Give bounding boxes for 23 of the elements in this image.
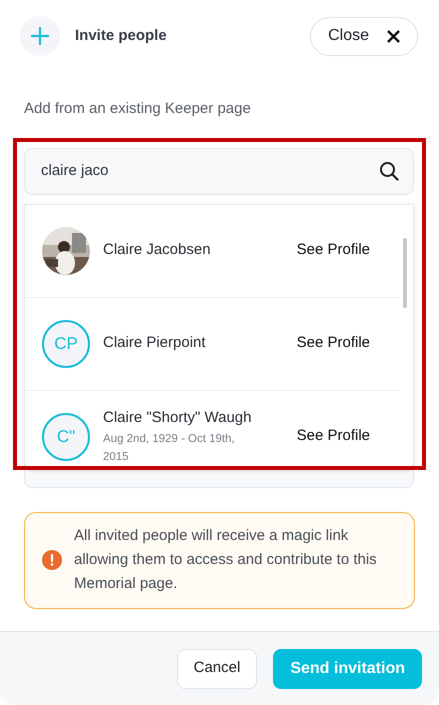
close-button[interactable]: Close — [310, 16, 418, 56]
warning-icon — [42, 550, 62, 570]
notice-text: All invited people will receive a magic link allowing them to access and contribute to this Memorial page. — [74, 526, 378, 594]
person-name: Claire Pierpoint — [103, 333, 207, 354]
person-name: Claire Jacobsen — [103, 240, 212, 260]
plus-icon — [31, 27, 49, 45]
section-label: Add from an existing Keeper page — [24, 99, 252, 119]
cancel-button[interactable]: Cancel — [176, 648, 258, 688]
result-row[interactable]: Claire Jacobsen See Profile — [25, 204, 400, 298]
initials-avatar: CP — [42, 320, 90, 368]
add-button[interactable] — [20, 16, 60, 56]
dialog-title: Invite people — [75, 26, 167, 46]
see-profile-link[interactable]: See Profile — [296, 239, 370, 262]
result-row[interactable]: CP Claire Pierpoint See Profile — [25, 298, 400, 390]
search-icon — [379, 161, 399, 181]
see-profile-link[interactable]: See Profile — [296, 332, 370, 355]
initials-avatar: C" — [42, 412, 90, 460]
life-dates: Aug 2nd, 1929 - Oct 19th, 2015 — [103, 432, 236, 465]
search-field[interactable]: claire jaco — [24, 148, 414, 194]
see-profile-link[interactable]: See Profile — [296, 425, 370, 448]
close-icon — [387, 30, 400, 42]
person-name: Claire "Shorty" Waugh — [103, 408, 252, 428]
scrollbar-thumb[interactable] — [403, 238, 407, 308]
